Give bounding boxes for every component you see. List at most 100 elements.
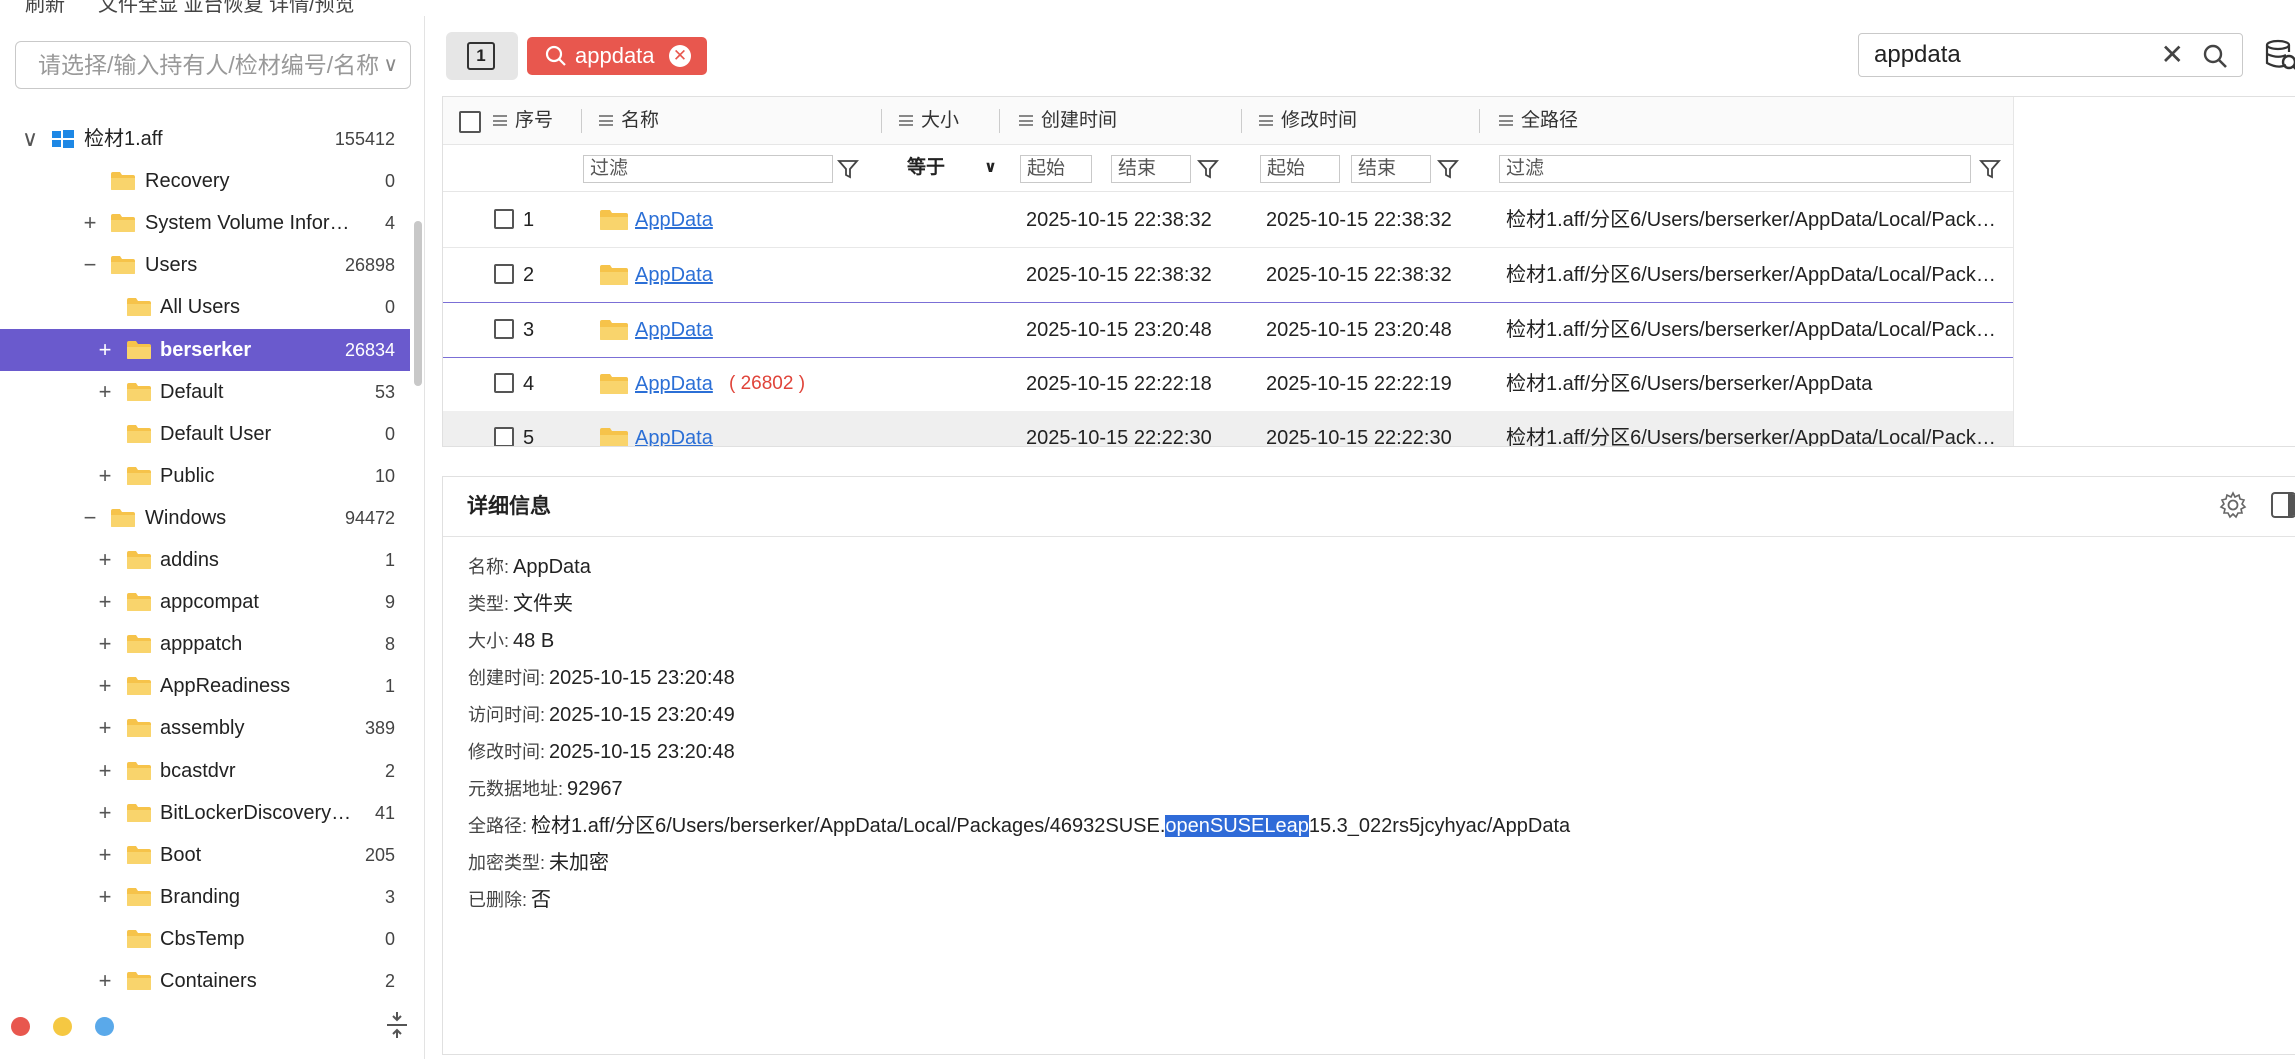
column-header-index[interactable]: 序号 <box>493 97 553 145</box>
filter-icon[interactable] <box>837 158 859 180</box>
table-row[interactable]: 4 AppData ( 26802 ) 2025-10-15 22:22:18 2025… <box>443 357 2013 412</box>
column-header-modified[interactable]: 修改时间 <box>1259 97 1357 145</box>
folder-icon <box>111 172 135 190</box>
chip-close-icon[interactable]: ✕ <box>669 45 691 67</box>
tree-item[interactable]: + Public 10 <box>0 455 410 497</box>
search-icon[interactable] <box>2202 43 2228 69</box>
folder-icon <box>600 320 628 340</box>
row-checkbox[interactable] <box>494 427 514 446</box>
tree-item[interactable]: + appcompat 9 <box>0 581 410 623</box>
table-row[interactable]: 2 AppData 2025-10-15 22:38:32 2025-10-15 22… <box>443 248 2013 303</box>
row-checkbox[interactable] <box>494 209 514 229</box>
tree-item-label: System Volume Informat… <box>145 212 360 234</box>
database-search-icon[interactable] <box>2264 38 2295 74</box>
name-filter-input[interactable]: 过滤 <box>583 155 833 183</box>
expand-icon[interactable]: + <box>95 792 115 834</box>
expand-icon[interactable]: + <box>95 623 115 665</box>
tree-item-count: 0 <box>384 171 395 191</box>
modified-time: 2025-10-15 22:38:32 <box>1266 263 1452 286</box>
tree-item[interactable]: + Containers 2 <box>0 960 410 1002</box>
expand-icon[interactable]: + <box>95 665 115 707</box>
column-header-size[interactable]: 大小 <box>899 97 959 145</box>
tree-item[interactable]: + BitLockerDiscoveryVol… 41 <box>0 792 410 834</box>
expand-icon[interactable]: + <box>95 834 115 876</box>
file-name-link[interactable]: AppData <box>635 411 713 446</box>
panel-toggle-icon[interactable] <box>2271 492 2295 518</box>
table-row[interactable]: 3 AppData 2025-10-15 23:20:48 2025-10-15 23… <box>443 302 2013 358</box>
close-icon[interactable]: ✕ <box>2161 34 2184 76</box>
tree-item[interactable]: + AppReadiness 1 <box>0 665 410 707</box>
file-name-link[interactable]: AppData <box>635 303 713 357</box>
tree-item[interactable]: + bcastdvr 2 <box>0 750 410 792</box>
tree-item[interactable]: + apppatch 8 <box>0 623 410 665</box>
detail-title: 详细信息 <box>443 477 2295 537</box>
detail-deleted: 已删除: 否 <box>468 889 552 911</box>
child-count-link[interactable]: ( 26802 ) <box>729 357 805 411</box>
expand-icon[interactable]: + <box>95 876 115 918</box>
size-operator-select[interactable]: 等于 ∨ <box>901 155 1001 183</box>
owner-select[interactable]: 请选择/输入持有人/检材编号/名称 ∨ <box>15 41 411 89</box>
expand-icon[interactable]: + <box>95 371 115 413</box>
collapse-icon[interactable]: − <box>80 497 100 539</box>
column-header-created[interactable]: 创建时间 <box>1019 97 1117 145</box>
tree-item[interactable]: Recovery 0 <box>0 160 410 202</box>
file-name-link[interactable]: AppData <box>635 357 713 411</box>
tree-item[interactable]: CbsTemp 0 <box>0 918 410 960</box>
row-checkbox[interactable] <box>494 372 514 393</box>
tab-number: 1 <box>467 42 495 70</box>
modified-end-input[interactable]: 结束 <box>1351 155 1431 183</box>
tab-count-button[interactable]: 1 <box>446 32 518 80</box>
row-checkbox[interactable] <box>494 319 514 339</box>
collapse-vertical-icon[interactable] <box>382 1010 412 1044</box>
select-all-checkbox[interactable] <box>459 111 481 133</box>
expand-icon[interactable]: + <box>95 539 115 581</box>
row-checkbox[interactable] <box>494 263 514 284</box>
expand-icon[interactable]: + <box>95 707 115 749</box>
table-row[interactable]: 1 AppData 2025-10-15 22:38:32 2025-10-15 22… <box>443 193 2013 248</box>
tree-item[interactable]: + berserker 26834 <box>0 329 410 371</box>
created-start-input[interactable]: 起始 <box>1020 155 1092 183</box>
folder-icon <box>111 256 135 274</box>
column-header-name[interactable]: 名称 <box>599 97 659 145</box>
file-name-link[interactable]: AppData <box>635 193 713 247</box>
search-icon <box>545 45 566 66</box>
gear-icon[interactable] <box>2218 490 2248 520</box>
tree-item[interactable]: − Users 26898 <box>0 244 410 286</box>
collapse-icon[interactable]: − <box>80 244 100 286</box>
filter-icon[interactable] <box>1197 158 1219 180</box>
expand-icon[interactable]: + <box>95 581 115 623</box>
tree-item[interactable]: ∨ 检材1.aff 155412 <box>0 118 410 160</box>
tree-scrollbar[interactable] <box>414 221 422 386</box>
view-options-link[interactable]: 文件全显 並台恢复 详情/预览 <box>98 0 355 16</box>
filter-icon[interactable] <box>1979 158 2001 180</box>
refresh-link[interactable]: 刷新 <box>25 0 65 16</box>
tree-item[interactable]: + Branding 3 <box>0 876 410 918</box>
detail-full-path[interactable]: 全路径: 检材1.aff/分区6/Users/berserker/AppData/… <box>468 808 1570 845</box>
modified-start-input[interactable]: 起始 <box>1260 155 1340 183</box>
chevron-down-icon[interactable]: ∨ <box>383 42 398 88</box>
search-input[interactable]: appdata ✕ <box>1858 33 2243 77</box>
tree-item[interactable]: + addins 1 <box>0 539 410 581</box>
expand-icon[interactable]: + <box>95 750 115 792</box>
expand-icon[interactable]: + <box>95 329 115 371</box>
tree-item[interactable]: Default User 0 <box>0 413 410 455</box>
tree-item[interactable]: + assembly 389 <box>0 707 410 749</box>
created-end-input[interactable]: 结束 <box>1111 155 1191 183</box>
tree-item[interactable]: − Windows 94472 <box>0 497 410 539</box>
path-filter-input[interactable]: 过滤 <box>1499 155 1971 183</box>
collapse-icon[interactable]: ∨ <box>20 118 40 160</box>
tree-item[interactable]: + System Volume Informat… 4 <box>0 202 410 244</box>
tree-item[interactable]: + Boot 205 <box>0 834 410 876</box>
column-header-path[interactable]: 全路径 <box>1499 97 1578 145</box>
expand-icon[interactable]: + <box>80 202 100 244</box>
expand-icon[interactable]: + <box>95 455 115 497</box>
expand-icon[interactable]: + <box>95 960 115 1002</box>
filter-icon[interactable] <box>1437 158 1459 180</box>
search-chip[interactable]: appdata ✕ <box>527 37 707 75</box>
tree-item-count: 41 <box>374 803 395 823</box>
folder-icon <box>600 264 628 285</box>
table-row[interactable]: 5 AppData 2025-10-15 22:22:30 2025-10-15 22… <box>443 411 2013 446</box>
tree-item[interactable]: All Users 0 <box>0 286 410 328</box>
tree-item[interactable]: + Default 53 <box>0 371 410 413</box>
file-name-link[interactable]: AppData <box>635 248 713 302</box>
